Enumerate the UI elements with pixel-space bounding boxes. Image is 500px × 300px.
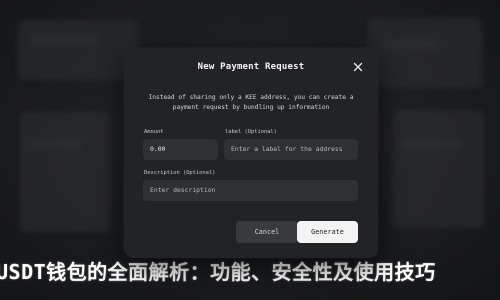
description-field-label: Description (Optional): [144, 170, 216, 176]
label-input[interactable]: [224, 139, 358, 160]
close-button[interactable]: [352, 61, 364, 73]
close-icon: [353, 62, 363, 72]
dialog-title: New Payment Request: [197, 62, 305, 72]
description-input[interactable]: [143, 180, 358, 201]
label-field-label: label (Optional): [225, 129, 277, 135]
dialog-description: Instead of sharing only a KEE address, y…: [148, 94, 354, 111]
app-window: USDT钱包的全面解析：功能、安全性及使用技巧 New Payment Requ…: [0, 0, 500, 300]
amount-label: Amount: [144, 129, 164, 135]
page-headline: USDT钱包的全面解析：功能、安全性及使用技巧: [0, 260, 436, 284]
generate-button[interactable]: Generate: [297, 221, 358, 243]
amount-input[interactable]: [143, 139, 218, 160]
new-payment-request-dialog: New Payment Request Instead of sharing o…: [124, 48, 378, 258]
cancel-button[interactable]: Cancel: [236, 221, 298, 243]
